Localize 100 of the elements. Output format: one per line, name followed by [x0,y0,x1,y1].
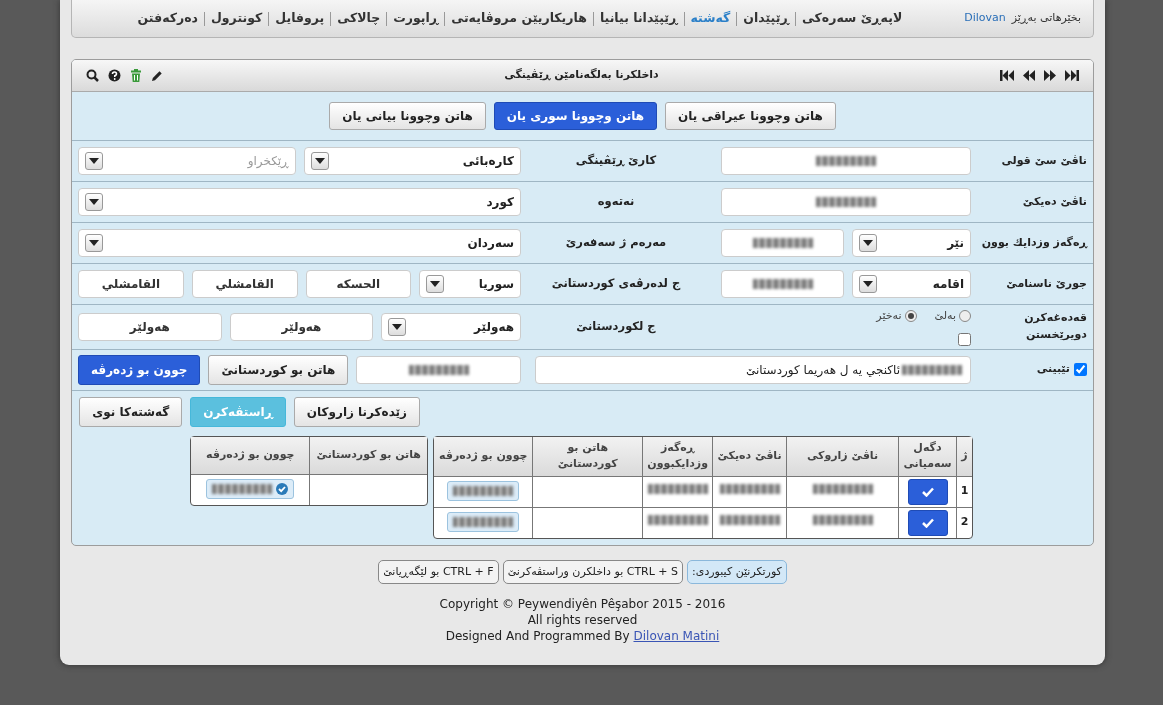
column-header: چوون بو ژدەرڤە [434,436,533,477]
tab[interactable]: هاتن وچوونا عیراقی یان [665,102,836,130]
field-label: نەتەوە [596,193,636,211]
field-value: ئاكنجي يه ل هه‌ريما كوردستانێ [745,361,900,379]
field-label: ڕەگەز وزدایك بوون [980,234,1089,251]
row-number: 2 [956,507,972,538]
nav-link[interactable]: پروفایل [275,9,325,28]
column-header: چوون بو ژدەرڤە [191,436,310,475]
input-field[interactable] [721,270,844,298]
rights-text: All rights reserved [526,612,639,628]
column-header: ناڤێ زاروکی [786,436,898,477]
previous-icon[interactable] [1023,70,1035,81]
redacted-text [812,515,873,526]
welcome-text: بخێرهاتی بەڕێز [1011,10,1081,27]
input-field[interactable]: الحسكە [305,270,412,298]
nav-link[interactable]: لاپەڕێ سەرەکی [801,9,903,28]
nav-link[interactable]: کونترول [211,9,263,28]
column-header: ڕەگەز وزدایکبوون [642,436,712,477]
nav-link[interactable]: ڕێپێدان [743,9,789,28]
tab[interactable]: هاتن وچوونا بیانی یان [329,102,486,130]
nav-link[interactable]: ڕێپێدانا بیانیا [599,9,678,28]
select-field[interactable]: سەردان [78,229,521,257]
nav-link[interactable]: دەرکەفتن [137,9,198,28]
caret-icon [85,234,103,252]
check-icon [921,486,934,497]
field-label: تێبینی [1036,361,1070,378]
redacted-text [719,484,780,495]
input-field[interactable] [721,188,971,216]
first-icon[interactable] [1000,70,1014,81]
input-field[interactable]: القامشلي [191,270,298,298]
caret-icon [859,275,877,293]
redacted-text [647,515,708,526]
credit-text: Designed And Programmed By Dilovan Matini [444,628,721,644]
input-field[interactable] [721,229,844,257]
field-label: قەدەغەکرن دویرێخستن [1023,310,1088,343]
nav-link[interactable]: هاریکاریێن مروڤایەتی [451,9,587,28]
nav-link[interactable]: چالاکی [337,9,381,28]
pencil-icon[interactable] [151,69,163,82]
next-icon[interactable] [1044,70,1056,81]
check-button[interactable] [907,509,948,536]
select-field[interactable]: اقامە [852,270,971,298]
caret-icon [310,152,329,170]
input-field[interactable] [721,147,971,175]
input-field[interactable]: هەولێر [78,312,222,341]
tab[interactable]: هاتن وچوونا سوری یان [493,102,658,130]
input-field[interactable]: هەولێر [229,312,374,341]
user-link[interactable]: Dilovan [964,10,1006,27]
select-field[interactable]: سوریا [419,270,521,298]
redacted-text [453,517,514,528]
input-field[interactable]: ئاكنجي يه ل هه‌ريما كوردستانێ [535,355,971,384]
input-field[interactable] [356,355,521,384]
column-header: ناڤێ دەیکێ [712,436,786,477]
caret-icon [426,275,445,293]
nav-link[interactable]: ڕاپورت [393,9,439,28]
field-label: ناڤێ سێ قولی [1000,152,1088,169]
action-button[interactable]: گەشتەکا نوی [79,396,183,427]
panel-title: داخلکرنا بەلگەنامێن ڕێڤینگی [503,67,660,84]
trash-icon[interactable] [130,69,142,82]
caret-icon [859,234,877,252]
field-label: ج لدەرڤەی کوردستانێ [550,275,682,293]
row-number: 1 [956,476,972,508]
select-field[interactable]: کارەبائی [303,147,521,175]
caret-icon [85,193,103,211]
redacted-text [719,515,780,526]
redacted-text [212,483,273,494]
check-circle-icon [276,482,289,495]
action-button[interactable]: زێدەکرنا زاروکان [293,396,420,427]
radio-option[interactable]: بەلێ [934,308,971,325]
redacted-text [647,484,708,495]
input-field[interactable]: القامشلي [78,270,184,298]
column-header: هاتن بو کوردستانێ [532,436,643,477]
search-icon[interactable] [86,69,99,82]
column-header: هاتن بو کوردستانێ [309,436,428,475]
action-button[interactable]: هاتن بو کوردستانێ [208,354,349,385]
select-field[interactable]: نێر [852,229,971,257]
checkbox[interactable] [1074,363,1087,376]
shortcut-hint: CTRL + S بو داخلکرن وراستڤەکرنێ [502,559,684,584]
column-header: ژ [956,436,972,477]
copyright-text: Copyright © Peywendiyên Pêşabor 2015 - 2016 [438,596,727,612]
help-icon[interactable] [108,69,121,82]
shortcut-hint: CTRL + F بو لێگەڕیانێ [378,559,499,584]
redacted-text [453,486,514,497]
column-header: دگەل سەمیانی [898,436,956,477]
field-label: ج لکوردستانێ [575,318,657,336]
field-label: ناڤێ دەیکێ [1021,193,1088,210]
field-label: جورێ ناسنامێ [1005,275,1088,292]
caret-icon [85,152,103,170]
author-link[interactable]: Dilovan Matini [633,629,720,643]
last-icon[interactable] [1065,70,1079,81]
action-button[interactable]: چوون بو ژدەرڤە [78,354,201,385]
check-icon [921,517,934,528]
field-label: مەرەم ژ سەفەرێ [564,234,668,252]
shortcut-hint: کورتکرنێن کیبوردی: [687,559,787,584]
field-label: کارێ ڕێڤینگی [574,152,658,170]
select-field[interactable]: هەولێر [381,312,521,341]
radio-option[interactable]: نەخێر [876,308,917,325]
checkbox[interactable] [958,332,971,346]
redacted-text [812,484,873,495]
select-field[interactable]: کورد [78,188,521,216]
check-button[interactable] [907,478,948,505]
